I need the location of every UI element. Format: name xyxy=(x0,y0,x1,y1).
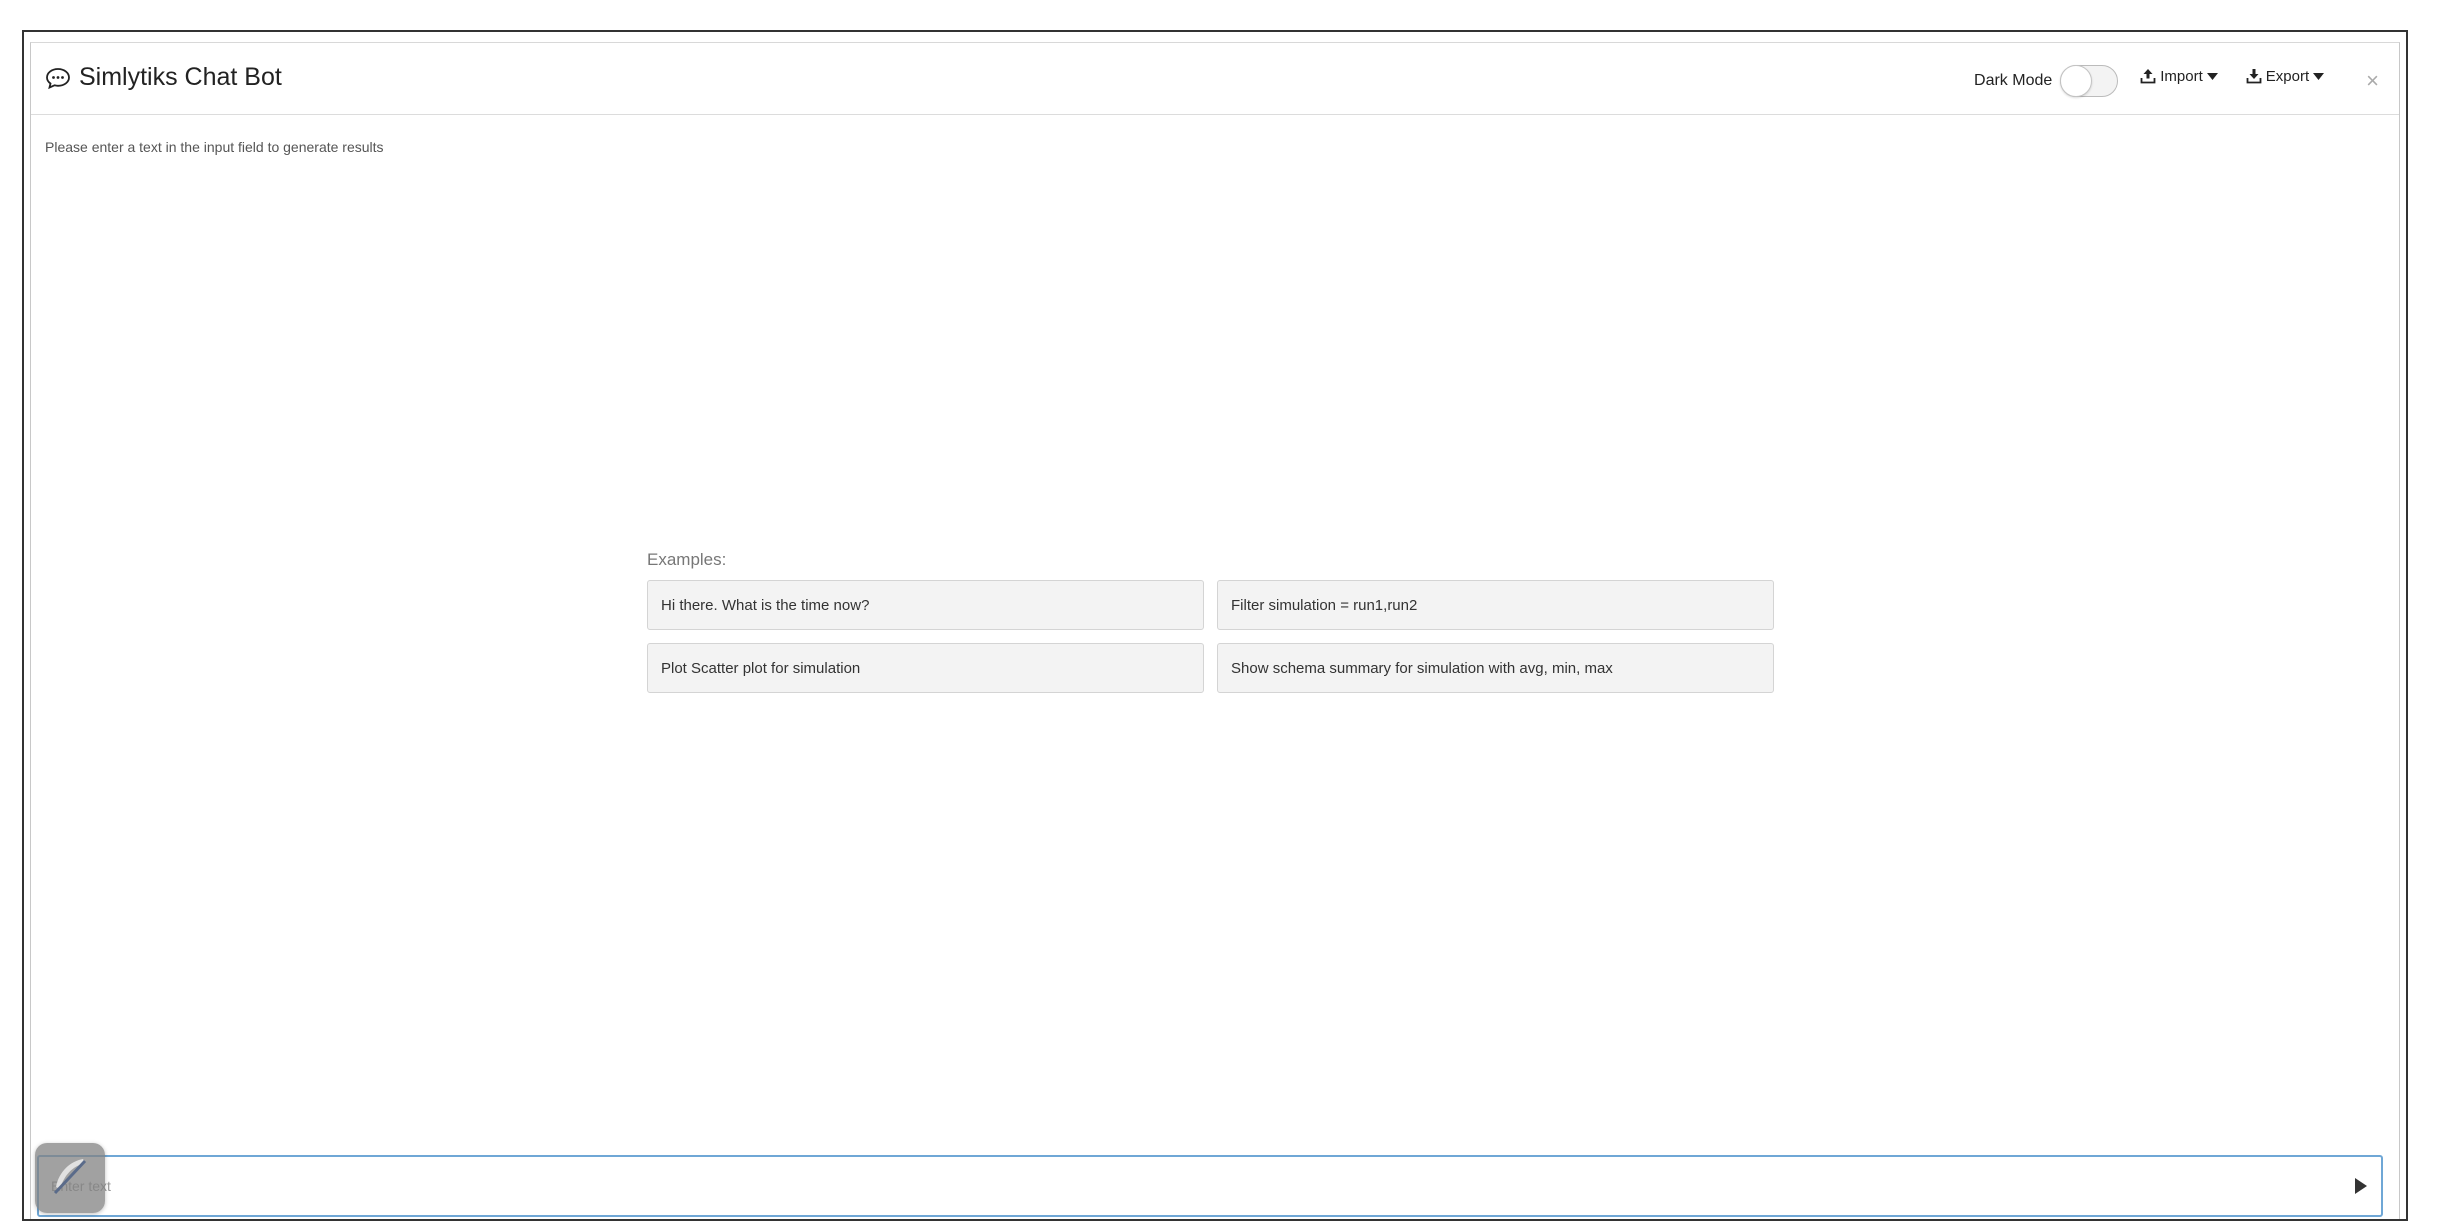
chat-input[interactable] xyxy=(49,1157,2299,1215)
dark-mode-label: Dark Mode xyxy=(1974,72,2053,89)
play-triangle-icon xyxy=(2355,1178,2367,1194)
examples-label: Examples: xyxy=(647,550,727,569)
example-button[interactable]: Filter simulation = run1,run2 xyxy=(1217,580,1774,630)
header-controls: Dark Mode Import Export × xyxy=(1974,61,2389,101)
chat-input-bar xyxy=(37,1155,2383,1217)
floating-assistant-button[interactable] xyxy=(35,1143,105,1213)
export-label: Export xyxy=(2265,67,2310,85)
modal-header: Simlytiks Chat Bot Dark Mode Import Expo… xyxy=(31,43,2399,115)
caret-down-icon xyxy=(2313,72,2325,80)
dark-mode-toggle[interactable] xyxy=(2060,65,2119,97)
examples-grid: Hi there. What is the time now? Filter s… xyxy=(647,580,1777,693)
example-button[interactable]: Plot Scatter plot for simulation xyxy=(647,643,1204,693)
modal-content: Simlytiks Chat Bot Dark Mode Import Expo… xyxy=(30,42,2400,1219)
upload-icon xyxy=(2140,68,2156,84)
modal-title-text: Simlytiks Chat Bot xyxy=(79,63,282,91)
download-icon xyxy=(2246,68,2262,84)
instruction-text: Please enter a text in the input field t… xyxy=(45,139,384,155)
toggle-knob xyxy=(2060,65,2093,97)
chat-bubble-icon xyxy=(45,66,71,90)
import-label: Import xyxy=(2160,67,2203,85)
feather-logo-icon xyxy=(47,1153,93,1204)
examples-section: Examples: Hi there. What is the time now… xyxy=(647,550,1777,693)
send-button[interactable] xyxy=(2351,1175,2371,1197)
close-button[interactable]: × xyxy=(2366,68,2379,94)
example-button[interactable]: Hi there. What is the time now? xyxy=(647,580,1204,630)
caret-down-icon xyxy=(2206,72,2218,80)
example-button[interactable]: Show schema summary for simulation with … xyxy=(1217,643,1774,693)
chatbot-modal: Simlytiks Chat Bot Dark Mode Import Expo… xyxy=(22,30,2408,1221)
export-button[interactable]: Export xyxy=(2246,67,2325,85)
import-button[interactable]: Import xyxy=(2140,68,2218,85)
modal-title: Simlytiks Chat Bot xyxy=(45,63,282,92)
